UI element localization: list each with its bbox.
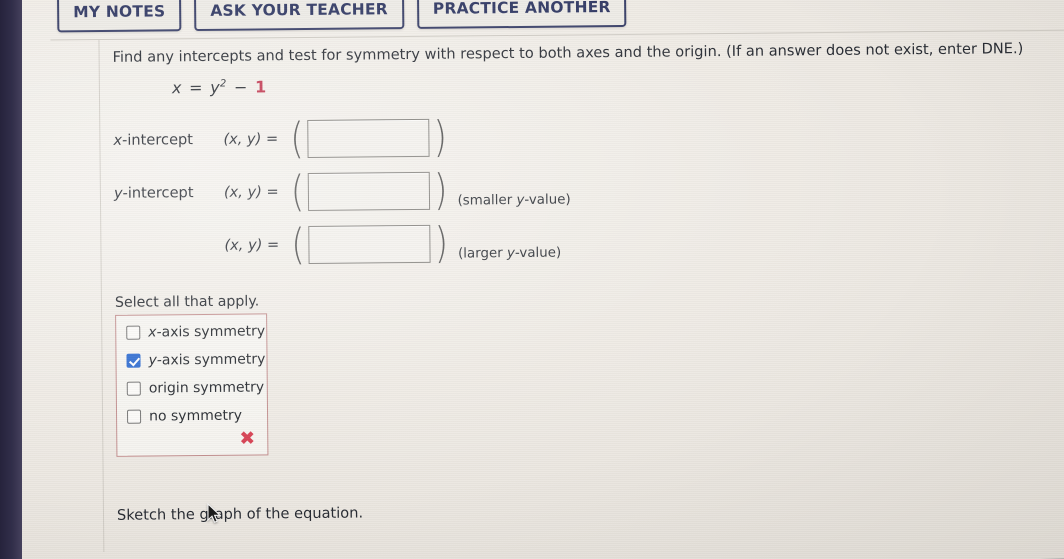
y-intercept-label-var: y (113, 185, 123, 203)
panel-left-divider (98, 39, 105, 552)
x-intercept-label: x-intercept (113, 131, 223, 149)
equation-base: y (210, 78, 221, 98)
equation-constant: 1 (254, 77, 267, 97)
x-intercept-label-rest: -intercept (121, 131, 194, 150)
x-intercept-pair-text: (x, y) (223, 130, 262, 149)
choice-label-x-axis: x-axis symmetry (148, 323, 266, 341)
choice-label-no-symmetry: no symmetry (148, 407, 243, 425)
equation-exponent: 2 (219, 78, 227, 90)
y-intercept-larger-equals: = (266, 236, 280, 254)
symmetry-choice-group: x-axis symmetry y-axis symmetry origin s… (115, 313, 269, 458)
question-toolbar: MY NOTES ASK YOUR TEACHER PRACTICE ANOTH… (57, 0, 627, 32)
y-intercept-pair-text: (x, y) (223, 183, 262, 202)
ask-your-teacher-button[interactable]: ASK YOUR TEACHER (194, 0, 405, 31)
question-prompt: Find any intercepts and test for symmetr… (112, 40, 1024, 66)
choice-y-axis-symmetry[interactable]: y-axis symmetry (126, 352, 265, 369)
choice-label-origin: origin symmetry (148, 379, 265, 397)
question-body: Find any intercepts and test for symmetr… (113, 40, 1048, 524)
sketch-instruction: Sketch the graph of the equation. (116, 504, 364, 525)
y-intercept-smaller-row: y-intercept (x, y) = ( ) (smaller y-valu… (114, 158, 1044, 220)
y-intercept-larger-pair: (x, y) = (224, 236, 290, 255)
x-intercept-row: x-intercept (x, y) = ( ) (113, 105, 1043, 167)
screenshot-root: MY NOTES ASK YOUR TEACHER PRACTICE ANOTH… (0, 0, 1064, 559)
choice-origin-symmetry[interactable]: origin symmetry (126, 380, 264, 397)
y-intercept-larger-pair-text: (x, y) (224, 236, 263, 255)
intercept-rows: x-intercept (x, y) = ( ) y-intercept (x,… (113, 105, 1044, 273)
larger-y-value-hint: (larger y-value) (458, 246, 561, 270)
choice-no-symmetry[interactable]: no symmetry (126, 407, 257, 425)
choice-label-y-axis: y-axis symmetry (148, 351, 266, 369)
practice-another-button[interactable]: PRACTICE ANOTHER (416, 0, 627, 29)
equation-lhs: x (171, 78, 182, 98)
hint-pre: (larger (457, 246, 508, 262)
hint-post: -value) (524, 192, 571, 209)
hint-post: -value) (514, 245, 562, 262)
y-intercept-larger-row: (x, y) = ( ) (larger y-value) (114, 211, 1044, 273)
panel-top-divider (50, 29, 1064, 41)
screen-bezel-left (0, 0, 22, 559)
y-intercept-equals: = (266, 183, 279, 201)
x-intercept-equals: = (265, 130, 279, 148)
y-intercept-label: y-intercept (114, 184, 224, 202)
x-intercept-input[interactable] (307, 118, 430, 158)
choice-x-axis-symmetry[interactable]: x-axis symmetry (126, 324, 265, 341)
checkbox-no-symmetry[interactable] (126, 409, 142, 424)
y-intercept-label-rest: -intercept (122, 184, 194, 203)
equation: x = y2 − 1 (171, 70, 1043, 98)
x-intercept-label-var: x (113, 132, 123, 150)
worksheet-page: MY NOTES ASK YOUR TEACHER PRACTICE ANOTH… (0, 0, 1064, 559)
checkbox-x-axis-symmetry[interactable] (126, 325, 141, 340)
x-intercept-pair: (x, y) = (223, 130, 289, 149)
equation-equals: = (188, 78, 203, 98)
smaller-y-value-hint: (smaller y-value) (457, 193, 570, 217)
checkbox-y-axis-symmetry[interactable] (126, 353, 141, 368)
y-intercept-smaller-input[interactable] (307, 171, 431, 211)
y-intercept-pair: (x, y) = (223, 183, 290, 202)
equation-operator: − (233, 77, 248, 97)
select-all-label: Select all that apply. (114, 293, 260, 312)
y-intercept-larger-input[interactable] (308, 224, 431, 264)
my-notes-button[interactable]: MY NOTES (57, 0, 182, 32)
hint-pre: (smaller (457, 193, 517, 209)
checkbox-origin-symmetry[interactable] (126, 381, 141, 396)
incorrect-answer-icon: ✖ (239, 427, 256, 450)
